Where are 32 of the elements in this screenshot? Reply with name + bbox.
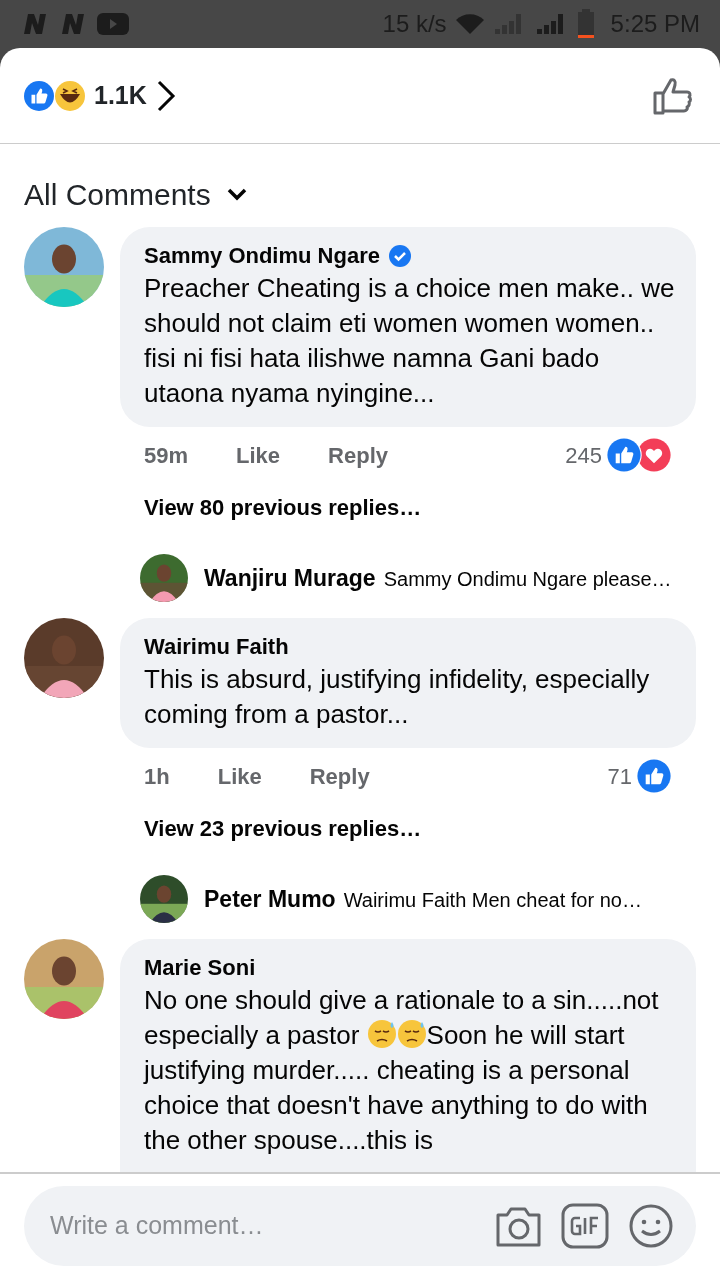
comment-box[interactable]: Write a comment… <box>24 1186 696 1266</box>
reaction-icons <box>24 78 86 113</box>
author-name[interactable]: Wanjiru Murage <box>204 560 376 596</box>
reply-link[interactable]: Reply <box>328 438 388 472</box>
gif-icon[interactable] <box>560 1203 610 1249</box>
wifi-icon <box>454 12 485 36</box>
sweat-face-icon <box>366 1019 397 1049</box>
comments-filter[interactable]: All Comments <box>0 144 720 227</box>
reactions-summary[interactable]: 1.1K <box>24 76 177 115</box>
like-link[interactable]: Like <box>236 438 281 472</box>
comment-time: 1h <box>144 762 170 791</box>
reply-preview: Sammy Ondimu Ngare please… <box>383 566 672 592</box>
like-link[interactable]: Like <box>217 759 262 793</box>
author-name[interactable]: Wairimu Faith <box>144 632 289 662</box>
view-replies-link[interactable]: View 23 previous replies… <box>120 794 696 845</box>
comment-text: This is absurd, justifying infidelity, especially coming from a pastor... <box>144 663 651 731</box>
reaction-count[interactable]: 71 <box>607 758 672 794</box>
comment-field[interactable]: Write a comment… <box>48 1206 478 1246</box>
author-name[interactable]: Peter Mumo <box>204 881 336 917</box>
reply-link[interactable]: Reply <box>309 759 370 793</box>
video-play-icon <box>96 12 130 36</box>
battery-icon <box>576 9 595 39</box>
comment-text: Preacher Cheating is a choice men make.. we should not claim eti women women women.. fisi ni fisi hata ilishwe namna Gani bado utaona nyama nyingine... <box>144 272 676 410</box>
author-name[interactable]: Marie Soni <box>144 953 256 983</box>
author-name[interactable]: Sammy Ondimu Ngare <box>144 241 380 271</box>
reply-preview: Wairimu Faith Men cheat for no… <box>343 887 642 913</box>
sweat-face-icon <box>396 1019 427 1049</box>
reaction-count[interactable]: 245 <box>565 437 672 473</box>
view-replies-link[interactable]: View 80 previous replies… <box>120 473 696 524</box>
comment-text: No one should give a rationale to a sin.....not especially a pastor Soon he will start justifying murder..... cheating is a personal choice that doesn't have anything to do with the other spouse....this is <box>144 984 660 1157</box>
chevron-down-icon <box>226 187 247 202</box>
comment-time: 59m <box>144 441 189 470</box>
